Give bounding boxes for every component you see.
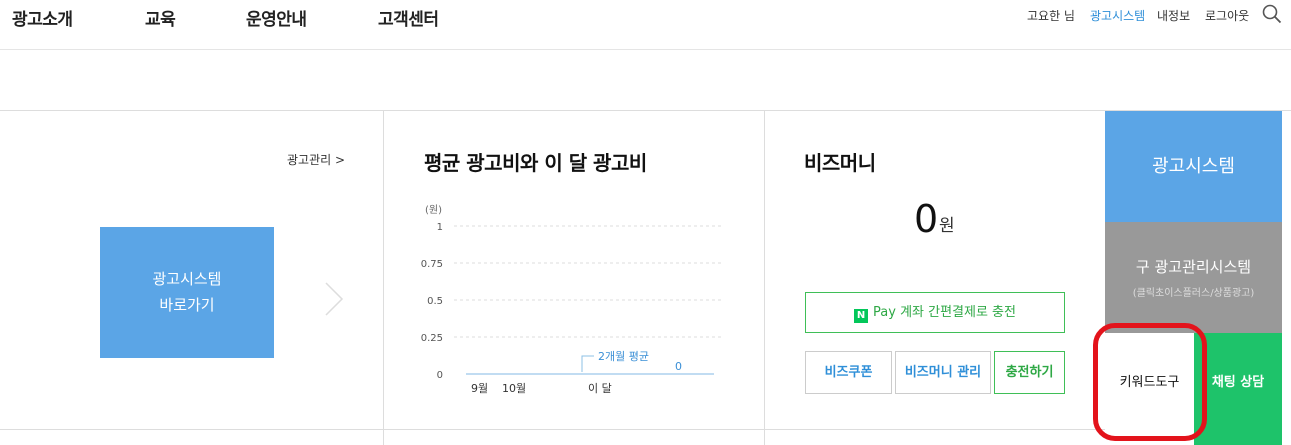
top-navigation: 광고소개 교육 운영안내 고객센터 고요한 님 광고시스템 내정보 로그아웃 <box>0 0 1291 50</box>
x-tick-label: 이 달 <box>588 382 612 395</box>
nav-customer-center[interactable]: 고객센터 <box>378 5 439 30</box>
ad-manage-link[interactable]: 광고관리 > <box>287 151 345 168</box>
old-system-label: 구 광고관리시스템 <box>1135 258 1252 276</box>
chat-consult-button[interactable]: 채팅 상담 <box>1194 333 1282 445</box>
npay-logo-icon: N <box>854 309 869 323</box>
npay-label: Pay 계좌 간편결제로 충전 <box>873 305 1016 320</box>
y-tick-label: 0.75 <box>421 259 443 270</box>
bizcoupon-button[interactable]: 비즈쿠폰 <box>805 351 892 394</box>
user-name: 고요한 님 <box>1027 9 1075 23</box>
shortcut-label-line1: 광고시스템 <box>152 270 222 288</box>
search-icon[interactable] <box>1262 4 1282 24</box>
old-system-sublabel: (클릭초이스플러스/상품광고) <box>1132 288 1255 299</box>
average-label: 2개월 평균 <box>598 350 649 363</box>
x-tick-label: 9월 <box>471 382 488 395</box>
bizmoney-value: 0 <box>914 197 939 241</box>
bizmoney-unit: 원 <box>939 216 955 236</box>
ad-system-shortcut-button[interactable]: 광고시스템 바로가기 <box>100 227 274 358</box>
logout-link[interactable]: 로그아웃 <box>1205 7 1249 24</box>
divider <box>383 111 384 445</box>
y-tick-label: 0 <box>437 370 443 381</box>
shortcut-label-line2: 바로가기 <box>159 296 215 314</box>
y-axis-unit: (원) <box>425 204 442 216</box>
ad-cost-chart: (원) 1 0.75 0.5 0.25 0 9월 10월 이 달 2개월 평균 0 <box>421 204 724 395</box>
y-tick-label: 0.5 <box>427 296 443 307</box>
bizmoney-manage-button[interactable]: 비즈머니 관리 <box>895 351 991 394</box>
average-bracket <box>581 355 594 372</box>
util-ad-system-link[interactable]: 광고시스템 <box>1090 7 1145 24</box>
x-tick-label: 10월 <box>502 382 526 395</box>
chart-title: 평균 광고비와 이 달 광고비 <box>424 151 647 175</box>
highlight-ring <box>1093 323 1207 441</box>
nav-operation-guide[interactable]: 운영안내 <box>246 5 307 30</box>
ad-system-button[interactable]: 광고시스템 <box>1105 111 1282 222</box>
current-value-label: 0 <box>675 360 682 373</box>
nav-education[interactable]: 교육 <box>145 5 176 30</box>
util-my-info-link[interactable]: 내정보 <box>1157 7 1190 24</box>
y-tick-label: 0.25 <box>421 333 443 344</box>
chevron-right-icon <box>325 282 344 316</box>
bizmoney-title: 비즈머니 <box>804 151 876 175</box>
divider <box>0 429 1105 430</box>
divider <box>764 111 765 445</box>
charge-button[interactable]: 충전하기 <box>994 351 1065 394</box>
dashboard-panels: 광고관리 > 광고시스템 바로가기 평균 광고비와 이 달 광고비 (원) 1 0.… <box>0 110 1291 445</box>
y-tick-label: 1 <box>437 222 443 233</box>
npay-charge-button[interactable]: N Pay 계좌 간편결제로 충전 <box>805 292 1065 333</box>
nav-ad-intro[interactable]: 광고소개 <box>12 5 73 30</box>
old-ad-system-button[interactable]: 구 광고관리시스템 (클릭초이스플러스/상품광고) <box>1105 222 1282 333</box>
